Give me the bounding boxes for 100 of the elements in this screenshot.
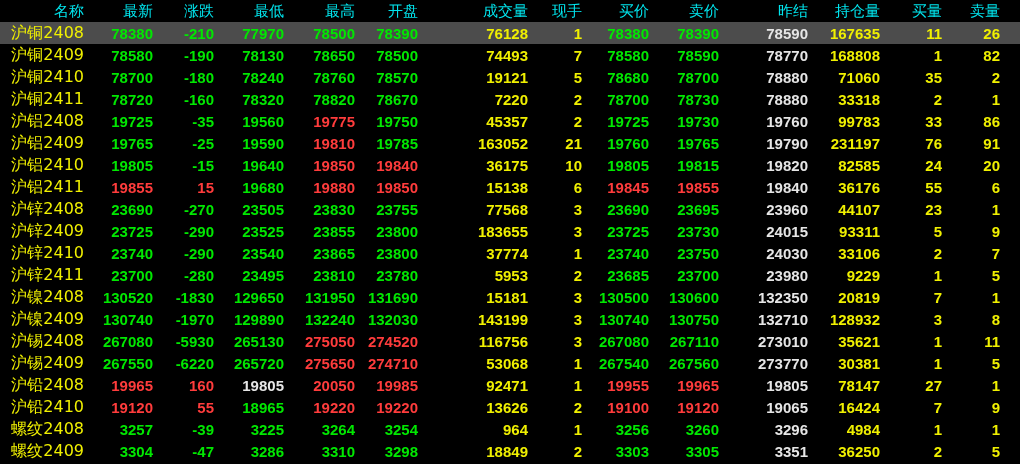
- table-cell-text: 53068: [485, 354, 528, 372]
- table-cell-text: 23780: [375, 266, 418, 284]
- table-cell-text: 3296: [773, 420, 808, 438]
- table-row[interactable]: 沪锌2409 23725 -290 23525 23855 23800 183655 3 23725 23730 24015 93311 5 9: [0, 220, 1020, 242]
- table-cell-text: 76128: [485, 24, 528, 42]
- table-cell-text: 15: [196, 178, 214, 196]
- table-cell-text: 13626: [485, 398, 528, 416]
- table-cell-text: 160: [187, 376, 214, 394]
- table-row[interactable]: 沪铅2408 19965 160 19805 20050 19985 92471 1 19955 19965 19805 78147 27 1: [0, 374, 1020, 396]
- table-cell-text: 23725: [110, 222, 153, 240]
- table-row[interactable]: 沪锌2410 23740 -290 23540 23865 23800 37774 1 23740 23750 24030 33106 2 7: [0, 242, 1020, 264]
- column-header[interactable]: 卖量: [942, 1, 1000, 21]
- table-cell-text: 78147: [837, 376, 880, 394]
- table-cell-text: -190: [182, 46, 214, 64]
- table-cell-text: 19760: [606, 134, 649, 152]
- table-cell-text: 3: [572, 200, 582, 218]
- table-cell-text: 231197: [829, 134, 880, 152]
- column-header[interactable]: 卖价: [649, 1, 719, 21]
- table-row[interactable]: 沪铅2410 19120 55 18965 19220 19220 13626 2 19100 19120 19065 16424 7 9: [0, 396, 1020, 418]
- table-cell-text: 11: [983, 332, 1000, 350]
- column-header[interactable]: 最低: [214, 1, 284, 21]
- column-header[interactable]: 持仓量: [808, 1, 880, 21]
- table-row[interactable]: 沪铝2408 19725 -35 19560 19775 19750 45357 2 19725 19730 19760 99783 33 86: [0, 110, 1020, 132]
- table-row[interactable]: 沪锌2408 23690 -270 23505 23830 23755 77568 3 23690 23695 23960 44107 23 1: [0, 198, 1020, 220]
- table-cell-text: 129650: [232, 288, 284, 306]
- table-cell-text: 15181: [485, 288, 528, 306]
- table-cell-text: 19220: [375, 398, 418, 416]
- table-cell-text: 77568: [485, 200, 528, 218]
- column-header[interactable]: 昨结: [719, 1, 808, 21]
- table-cell-text: 3: [572, 332, 582, 350]
- table-cell-text: 19120: [676, 398, 719, 416]
- table-row[interactable]: 沪锡2409 267550 -6220 265720 275650 274710 53068 1 267540 267560 273770 30381 1 5: [0, 352, 1020, 374]
- table-row[interactable]: 螺纹2408 3257 -39 3225 3264 3254 964 1 3256 3260 3296 4984 1 1: [0, 418, 1020, 440]
- column-header[interactable]: 开盘: [355, 1, 418, 21]
- column-header[interactable]: 买量: [880, 1, 942, 21]
- table-cell-text: 23725: [606, 222, 649, 240]
- table-row[interactable]: 沪铝2410 19805 -15 19640 19850 19840 36175 10 19805 19815 19820 82585 24 20: [0, 154, 1020, 176]
- table-cell-text: 78590: [676, 46, 719, 64]
- table-cell-text: 1: [990, 200, 1000, 218]
- table-cell-text: 45357: [485, 112, 528, 130]
- table-cell-text: -290: [182, 222, 214, 240]
- table-cell-text: 3: [572, 288, 582, 306]
- table-cell-text: 1: [572, 420, 582, 438]
- table-cell-text: 23690: [110, 200, 153, 218]
- table-row[interactable]: 沪铜2410 78700 -180 78240 78760 78570 19121 5 78680 78700 78880 71060 35 2: [0, 66, 1020, 88]
- column-header[interactable]: 最高: [284, 1, 355, 21]
- column-header[interactable]: 最新: [84, 1, 153, 21]
- table-cell-text: 275650: [303, 354, 355, 372]
- table-row[interactable]: 沪铜2409 78580 -190 78130 78650 78500 74493 7 78580 78590 78770 168808 1 82: [0, 44, 1020, 66]
- table-cell-text: 7: [932, 288, 942, 306]
- table-row[interactable]: 沪铝2411 19855 15 19680 19880 19850 15138 6 19845 19855 19840 36176 55 6: [0, 176, 1020, 198]
- contract-name: 沪锌2411: [10, 264, 84, 286]
- table-cell-text: 265130: [232, 332, 284, 350]
- table-cell-text: 2: [990, 68, 1000, 86]
- table-cell-text: 1: [572, 24, 582, 42]
- selected-row[interactable]: 沪铜2408 78380 -210 77970 78500 78390 76128 1 78380 78390 78590 167635 11 26: [0, 22, 1020, 44]
- column-header[interactable]: 现手: [528, 1, 582, 21]
- table-cell-text: 19560: [241, 112, 284, 130]
- table-cell-text: 9: [990, 222, 1000, 240]
- column-header[interactable]: 买价: [582, 1, 649, 21]
- table-cell-text: -39: [191, 420, 214, 438]
- table-cell-text: 23980: [765, 266, 808, 284]
- table-cell-text: 1: [990, 288, 1000, 306]
- table-row[interactable]: 沪锡2408 267080 -5930 265130 275050 274520 116756 3 267080 267110 273010 35621 1 11: [0, 330, 1020, 352]
- table-cell-text: 11: [925, 24, 942, 42]
- table-cell-text: 19750: [375, 112, 418, 130]
- table-cell-text: 19725: [606, 112, 649, 130]
- table-cell-text: 44107: [837, 200, 880, 218]
- table-cell-text: 19065: [765, 398, 808, 416]
- table-cell-text: 1: [932, 332, 942, 350]
- table-cell-text: 35621: [837, 332, 880, 350]
- table-row[interactable]: 沪镍2408 130520 -1830 129650 131950 131690 15181 3 130500 130600 132350 20819 7 1: [0, 286, 1020, 308]
- table-row[interactable]: 沪镍2409 130740 -1970 129890 132240 132030 143199 3 130740 130750 132710 128932 3 8: [0, 308, 1020, 330]
- table-row[interactable]: 螺纹2409 3304 -47 3286 3310 3298 18849 2 3303 3305 3351 36250 2 5: [0, 440, 1020, 462]
- table-cell-text: 19785: [375, 134, 418, 152]
- column-header[interactable]: 成交量: [418, 1, 528, 21]
- table-cell-text: 19840: [765, 178, 808, 196]
- table-row[interactable]: 沪锌2411 23700 -280 23495 23810 23780 5953 2 23685 23700 23980 9229 1 5: [0, 264, 1020, 286]
- table-cell-text: 23740: [606, 244, 649, 262]
- table-cell-text: 2: [572, 398, 582, 416]
- table-cell-text: 78390: [375, 24, 418, 42]
- table-cell-text: 19985: [375, 376, 418, 394]
- contract-name: 沪铜2408: [10, 22, 84, 44]
- table-cell-text: 19100: [606, 398, 649, 416]
- table-cell-text: 36250: [837, 442, 880, 460]
- table-cell-text: 78380: [606, 24, 649, 42]
- table-row[interactable]: 沪铝2409 19765 -25 19590 19810 19785 163052 21 19760 19765 19790 231197 76 91: [0, 132, 1020, 154]
- table-cell-text: 7: [990, 244, 1000, 262]
- column-header[interactable]: 涨跌: [153, 1, 214, 21]
- column-header[interactable]: 名称: [0, 1, 84, 21]
- table-cell-text: 267110: [668, 332, 719, 350]
- table-row[interactable]: 沪铜2411 78720 -160 78320 78820 78670 7220 2 78700 78730 78880 33318 2 1: [0, 88, 1020, 110]
- table-cell-text: 3256: [614, 420, 649, 438]
- table-cell-text: 167635: [828, 24, 880, 42]
- contract-name: 沪锌2408: [10, 198, 84, 220]
- table-cell-text: 82585: [837, 156, 880, 174]
- table-cell-text: 78880: [765, 68, 808, 86]
- contract-name: 螺纹2408: [10, 418, 84, 440]
- table-cell-text: 30381: [837, 354, 880, 372]
- table-cell-text: 2: [572, 90, 582, 108]
